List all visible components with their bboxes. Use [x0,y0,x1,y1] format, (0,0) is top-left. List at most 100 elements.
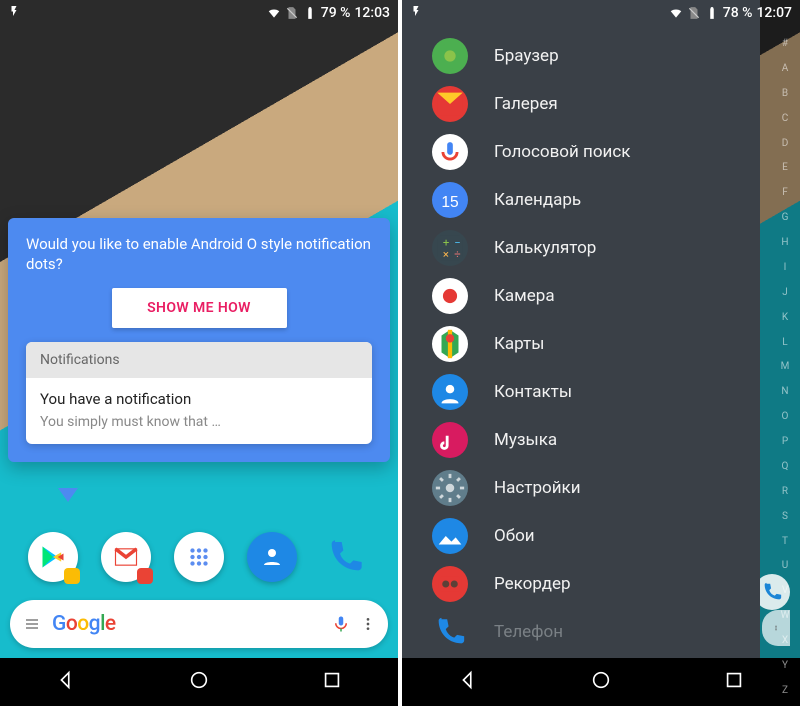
notification-subtitle: You simply must know that … [40,414,358,430]
home-screen: 79 % 12:03 Would you like to enable Andr… [0,0,398,706]
bolt-icon [410,2,422,24]
hamburger-icon[interactable] [22,616,42,632]
sim-icon [285,6,299,20]
index-H[interactable]: H [778,237,792,248]
index-F[interactable]: F [778,187,792,198]
app-label: Настройки [494,478,581,498]
index-P[interactable]: P [778,436,792,447]
show-me-how-button[interactable]: SHOW ME HOW [112,288,287,328]
alpha-index[interactable]: # A B C D E F G H I J K L M N O P Q R S T U V W X Y Z [778,38,792,696]
contacts-icon [432,374,468,410]
dock-contacts[interactable] [247,532,297,582]
index-V[interactable]: V [778,585,792,596]
notification-title: You have a notification [40,390,358,408]
app-row-browser[interactable]: Браузер [402,32,760,80]
app-label: Календарь [494,190,581,210]
index-D[interactable]: D [778,138,792,149]
index-W[interactable]: W [778,610,792,621]
app-drawer[interactable]: БраузерГалерея Голосовой поиск 15 Календарь… [402,0,760,658]
recents-button[interactable] [321,669,343,695]
app-row-music[interactable]: Музыка [402,416,760,464]
dock [0,528,398,586]
index-U[interactable]: U [778,560,792,571]
index-N[interactable]: N [778,386,792,397]
app-label: Рекордер [494,574,571,594]
wifi-icon [267,6,281,20]
home-button[interactable] [188,669,210,695]
battery-icon [303,6,317,20]
index-#[interactable]: # [778,38,792,49]
status-bar: 79 % 12:03 [0,0,398,26]
app-drawer-screen: БраузерГалерея Голосовой поиск 15 Календарь… [402,0,800,706]
index-Z[interactable]: Z [778,685,792,696]
index-T[interactable]: T [778,536,792,547]
svg-text:15: 15 [441,194,459,211]
index-Q[interactable]: Q [778,461,792,472]
calc-icon: +−×÷ [432,230,468,266]
index-G[interactable]: G [778,212,792,223]
contacts-icon [260,545,284,569]
app-row-settings[interactable]: Настройки [402,464,760,512]
app-label: Музыка [494,430,557,450]
index-Y[interactable]: Y [778,660,792,671]
notification-header: Notifications [26,342,372,378]
recents-button[interactable] [723,669,745,695]
app-row-voice[interactable]: Голосовой поиск [402,128,760,176]
dock-phone[interactable] [320,532,370,582]
app-row-wallpaper[interactable]: Обои [402,512,760,560]
app-row-calendar[interactable]: 15 Календарь [402,176,760,224]
app-label: Камера [494,286,555,306]
index-C[interactable]: C [778,113,792,124]
svg-text:×: × [443,247,449,261]
index-E[interactable]: E [778,162,792,173]
gallery-icon [432,86,468,122]
back-button[interactable] [457,669,479,695]
dock-app-drawer[interactable] [174,532,224,582]
index-M[interactable]: M [778,361,792,372]
mic-icon[interactable] [332,613,350,635]
app-label: Контакты [494,382,572,402]
play-store-icon [39,543,67,571]
badge-icon [137,568,153,584]
battery-text: 79 % [321,5,351,21]
app-row-gallery[interactable]: Галерея [402,80,760,128]
prompt-text: Would you like to enable Android O style… [26,234,372,274]
google-logo: Google [52,612,116,636]
index-K[interactable]: K [778,312,792,323]
index-A[interactable]: A [778,63,792,74]
dock-gmail[interactable] [101,532,151,582]
index-S[interactable]: S [778,511,792,522]
index-B[interactable]: B [778,88,792,99]
svg-text:÷: ÷ [454,247,460,261]
app-row-contacts[interactable]: Контакты [402,368,760,416]
settings-icon [432,470,468,506]
recorder-icon [432,566,468,602]
more-icon[interactable] [360,615,376,633]
maps-icon [432,326,468,362]
index-O[interactable]: O [778,411,792,422]
notification-preview-card: Notifications You have a notification Yo… [26,342,372,444]
index-R[interactable]: R [778,486,792,497]
status-bar: 78 % 12:07 [402,0,800,26]
index-L[interactable]: L [778,337,792,348]
dock-play-store[interactable] [28,532,78,582]
home-button[interactable] [590,669,612,695]
wifi-icon [669,6,683,20]
index-J[interactable]: J [778,287,792,298]
battery-text: 78 % [723,5,753,21]
wallpaper-icon [432,518,468,554]
app-label: Голосовой поиск [494,142,630,162]
back-button[interactable] [55,669,77,695]
app-row-camera[interactable]: Камера [402,272,760,320]
voice-icon [432,134,468,170]
notification-dots-prompt: Would you like to enable Android O style… [8,218,390,462]
app-row-recorder[interactable]: Рекордер [402,560,760,608]
app-row-maps[interactable]: Карты [402,320,760,368]
app-row-calc[interactable]: +−×÷Калькулятор [402,224,760,272]
index-I[interactable]: I [778,262,792,273]
app-row-phone[interactable]: Телефон [402,608,760,656]
clock-text: 12:03 [354,5,390,21]
navigation-bar [0,658,398,706]
google-search-bar[interactable]: Google [10,600,388,648]
index-X[interactable]: X [778,635,792,646]
